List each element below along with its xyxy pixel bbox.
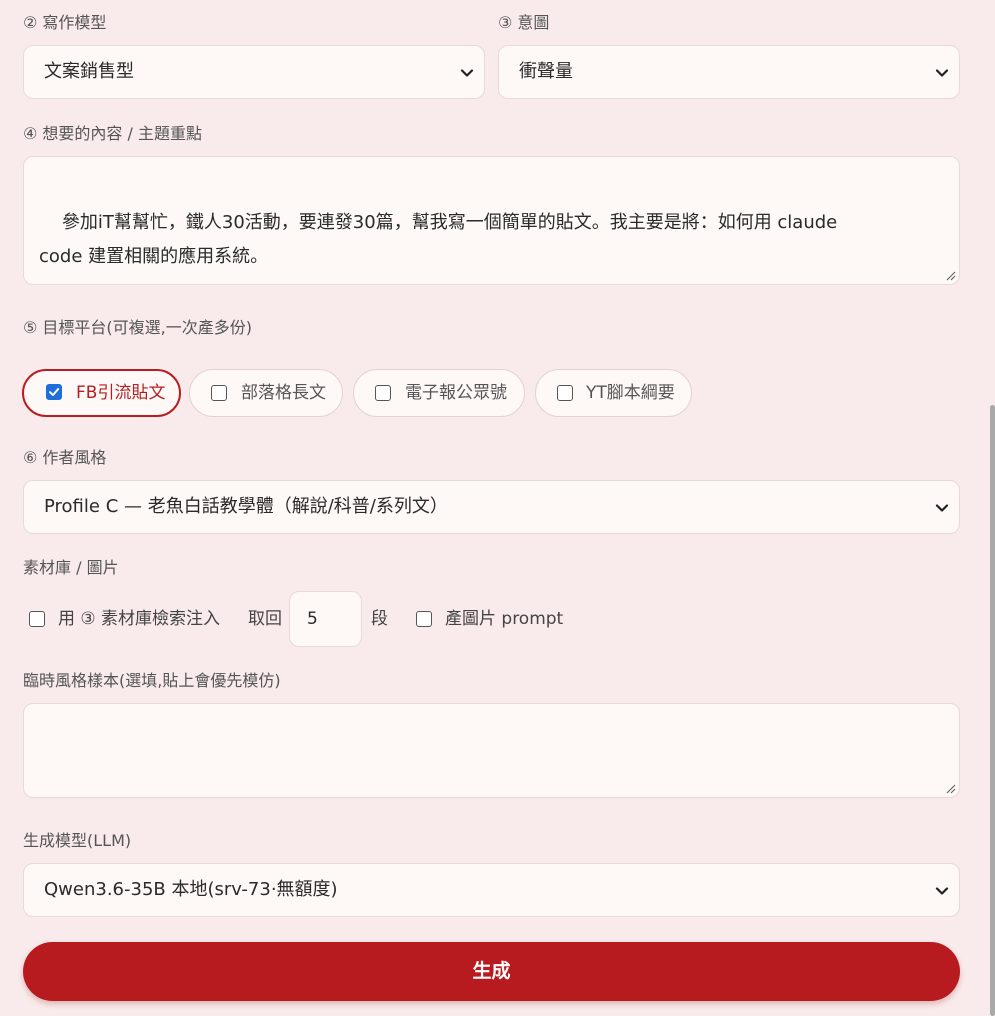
intent-select[interactable]: 衝聲量 — [498, 45, 960, 99]
platform-checkbox-blog[interactable] — [211, 385, 227, 401]
temp-style-label: 臨時風格樣本(選填,貼上會優先模仿) — [23, 671, 281, 690]
chevron-down-icon — [935, 887, 949, 895]
writing-model-label: ② 寫作模型 — [23, 13, 107, 32]
content-generator-form: ② 寫作模型 文案銷售型 ③ 意圖 衝聲量 ④ 想要的內容 / 主題重點 參加i… — [0, 0, 995, 1016]
llm-select[interactable]: Qwen3.6-35B 本地(srv-73·無額度) — [23, 863, 960, 917]
platforms-label: ⑤ 目標平台(可複選,一次產多份) — [23, 318, 253, 337]
take-count-value: 5 — [307, 609, 318, 629]
chevron-down-icon — [935, 69, 949, 77]
use-search-checkbox[interactable] — [29, 611, 45, 627]
chevron-down-icon — [460, 69, 474, 77]
platform-checkbox-yt[interactable] — [557, 385, 573, 401]
chevron-down-icon — [935, 504, 949, 512]
platform-chip-newsletter[interactable]: 電子報公眾號 — [353, 369, 525, 417]
platform-checkbox-newsletter[interactable] — [375, 385, 391, 401]
resize-grip-icon[interactable] — [944, 269, 956, 281]
take-label: 取回 — [248, 609, 282, 629]
materials-label: 素材庫 / 圖片 — [23, 558, 119, 577]
intent-value: 衝聲量 — [519, 61, 573, 82]
platform-chip-yt[interactable]: YT腳本綱要 — [535, 369, 692, 417]
image-prompt-label: 產圖片 prompt — [445, 609, 564, 629]
page-scrollbar[interactable] — [990, 405, 995, 1016]
author-style-label: ⑥ 作者風格 — [23, 448, 107, 467]
content-text: 參加iT幫幫忙，鐵人30活動，要連發30篇，幫我寫一個簡單的貼文。我主要是將：如… — [39, 212, 838, 267]
check-icon — [49, 388, 60, 396]
resize-grip-icon[interactable] — [944, 782, 956, 794]
author-style-value: Profile C — 老魚白話教學體（解說/科普/系列文） — [44, 496, 448, 517]
generate-button[interactable]: 生成 — [23, 942, 960, 1001]
author-style-select[interactable]: Profile C — 老魚白話教學體（解說/科普/系列文） — [23, 480, 960, 534]
platform-chip-fb[interactable]: FB引流貼文 — [22, 369, 181, 417]
llm-value: Qwen3.6-35B 本地(srv-73·無額度) — [44, 879, 338, 900]
platform-label-blog: 部落格長文 — [241, 383, 326, 403]
writing-model-value: 文案銷售型 — [44, 61, 134, 82]
temp-style-textarea[interactable] — [23, 703, 960, 798]
content-label: ④ 想要的內容 / 主題重點 — [23, 124, 202, 143]
use-search-label: 用 ③ 素材庫檢索注入 — [58, 609, 221, 629]
unit-label: 段 — [371, 609, 388, 629]
image-prompt-checkbox[interactable] — [416, 611, 432, 627]
platform-label-yt: YT腳本綱要 — [586, 383, 675, 403]
platform-label-fb: FB引流貼文 — [76, 383, 166, 403]
intent-label: ③ 意圖 — [498, 13, 550, 32]
platform-chip-blog[interactable]: 部落格長文 — [189, 369, 343, 417]
platform-label-newsletter: 電子報公眾號 — [405, 383, 507, 403]
writing-model-select[interactable]: 文案銷售型 — [23, 45, 485, 99]
llm-label: 生成模型(LLM) — [23, 831, 132, 850]
take-count-input[interactable]: 5 — [289, 591, 362, 647]
content-textarea[interactable]: 參加iT幫幫忙，鐵人30活動，要連發30篇，幫我寫一個簡單的貼文。我主要是將：如… — [23, 156, 960, 285]
platform-checkbox-fb[interactable] — [46, 384, 62, 400]
